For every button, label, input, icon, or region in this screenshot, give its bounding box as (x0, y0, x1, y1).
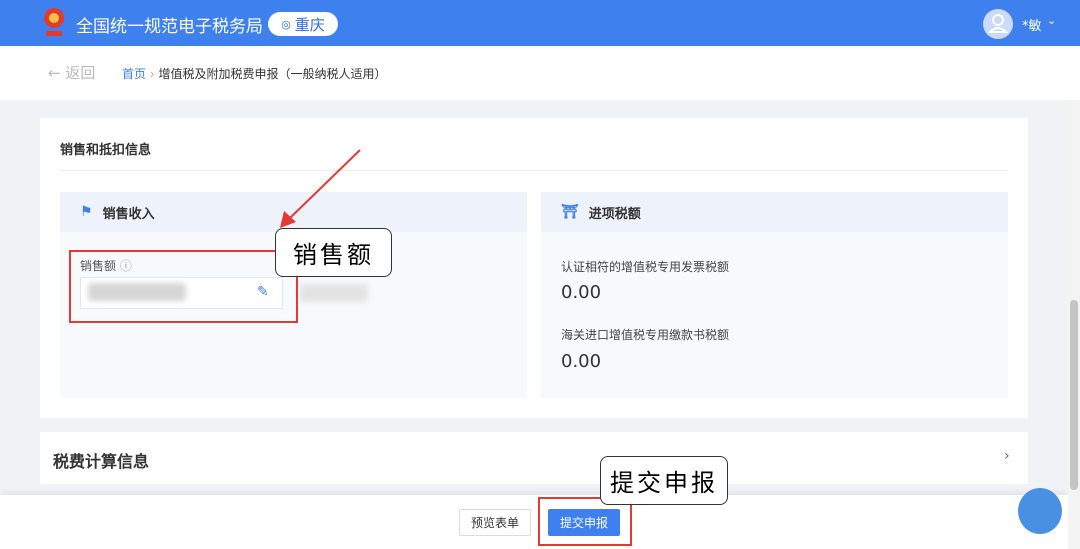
sales-callout: 销售额 (275, 228, 392, 277)
submit-callout: 提交申报 (600, 456, 728, 505)
annotation-arrow (280, 149, 361, 228)
